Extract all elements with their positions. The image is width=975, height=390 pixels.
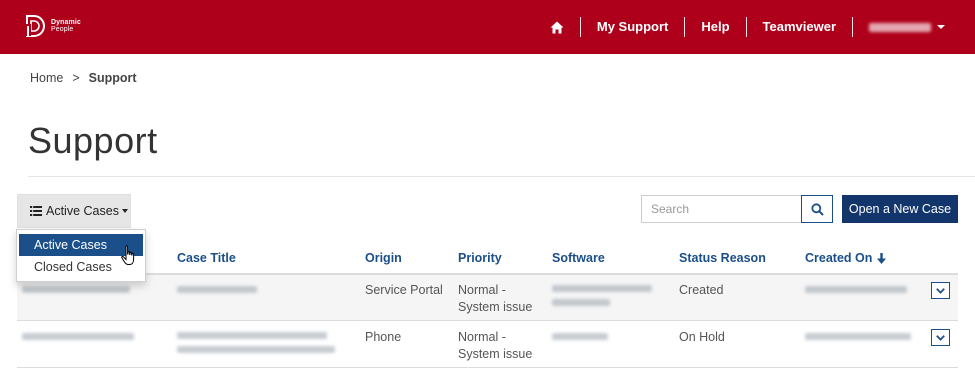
breadcrumb-current: Support [88,71,137,85]
redacted-value [805,333,911,340]
nav-divider [684,17,686,37]
cell-case-title[interactable] [177,332,335,353]
search-button[interactable] [801,195,833,223]
breadcrumb-separator: > [72,71,80,85]
cell-case-title[interactable] [177,286,257,293]
page-title: Support [28,120,158,161]
search-icon [810,202,824,216]
column-header-case-title[interactable]: Case Title [177,251,236,265]
chevron-down-icon [121,209,128,213]
cell-case-number[interactable] [22,333,134,340]
main-nav: My Support Help Teamviewer [534,0,975,54]
chevron-down-icon [936,287,945,294]
table-row[interactable]: Service Portal Normal - System issue Cre… [17,275,958,321]
redacted-value [177,286,257,293]
cell-priority-line1: Normal - [458,283,506,297]
column-header-origin[interactable]: Origin [365,251,402,265]
user-name-redacted [869,22,931,32]
redacted-value [22,286,130,293]
redacted-value [177,346,335,353]
cell-software [552,285,652,306]
redacted-value [552,333,608,340]
cell-case-number[interactable] [22,286,130,293]
cell-origin: Phone [365,330,402,344]
brand-logo[interactable]: Dynamic People [24,14,81,38]
column-header-created-on-label: Created On [805,251,873,265]
view-selector-label: Active Cases [46,204,119,218]
user-menu[interactable] [853,0,975,54]
open-new-case-button[interactable]: Open a New Case [842,195,958,223]
breadcrumb: Home > Support [30,71,137,85]
top-navigation-bar: Dynamic People My Support Help Teamviewe… [0,0,975,54]
column-header-priority[interactable]: Priority [458,251,502,265]
column-header-status-reason[interactable]: Status Reason [679,251,766,265]
cell-origin: Service Portal [365,283,443,297]
column-header-software[interactable]: Software [552,251,605,265]
cell-status-reason: On Hold [679,330,725,344]
column-header-created-on[interactable]: Created On [805,251,887,265]
cell-priority-line2: System issue [458,347,533,361]
redacted-value [177,332,327,339]
brand-name-line1: Dynamic [51,19,81,26]
brand-name-line2: People [51,26,74,33]
brand-wordmark: Dynamic People [51,19,81,33]
brand-logo-mark [25,15,45,37]
cell-priority: Normal - System issue [458,282,532,316]
sort-down-icon [877,252,887,264]
nav-divider [579,17,581,37]
title-divider [28,176,975,177]
list-icon [30,206,42,216]
nav-home[interactable] [534,0,580,54]
row-actions-button[interactable] [931,329,950,346]
nav-divider [852,17,853,37]
nav-help[interactable]: Help [685,0,745,54]
cell-status-reason: Created [679,283,724,297]
breadcrumb-home[interactable]: Home [30,71,63,85]
nav-divider [745,17,747,37]
nav-my-support[interactable]: My Support [581,0,685,54]
redacted-value [22,333,134,340]
cell-created-on [805,286,907,293]
row-actions-button[interactable] [931,282,950,299]
redacted-value [805,286,907,293]
home-icon [550,21,564,33]
table-row[interactable]: Phone Normal - System issue On Hold [17,322,958,368]
cell-software [552,333,608,340]
cell-priority-line1: Normal - [458,330,506,344]
view-selector-button[interactable]: Active Cases [17,194,131,228]
cell-priority: Normal - System issue [458,329,532,363]
chevron-down-icon [936,334,945,341]
redacted-value [552,299,610,306]
cell-priority-line2: System issue [458,300,533,314]
cell-created-on [805,333,911,340]
pointer-cursor-icon [121,245,135,265]
redacted-value [552,285,652,292]
chevron-down-icon [937,25,945,29]
search-input[interactable] [641,195,802,223]
nav-teamviewer[interactable]: Teamviewer [747,0,852,54]
